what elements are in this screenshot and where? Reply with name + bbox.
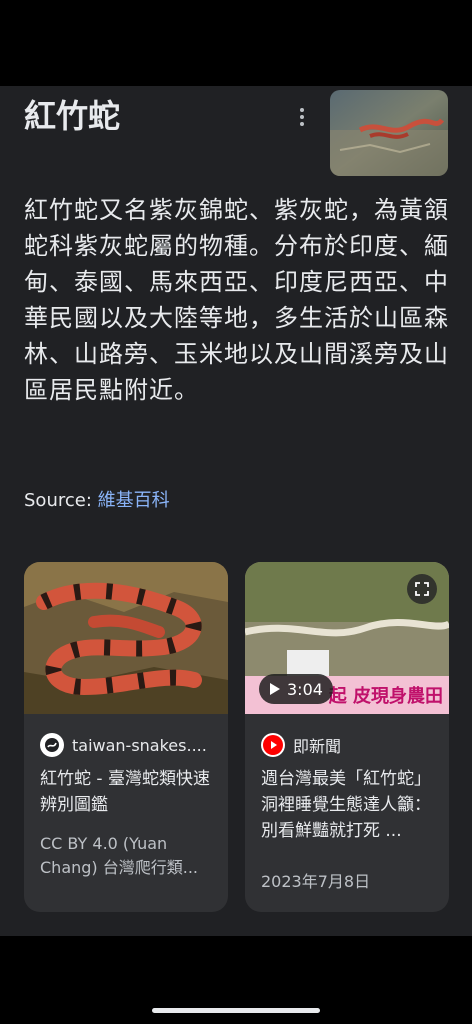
source-link[interactable]: 維基百科 (98, 490, 170, 511)
video-play-badge[interactable]: 3:04 (259, 674, 333, 704)
header-thumbnail-image[interactable] (330, 90, 448, 176)
source-line: Source: 維基百科 (24, 488, 170, 514)
result-card-1[interactable]: taiwan-snakes.... 紅竹蛇 - 臺灣蛇類快速辨別圖鑑 CC BY… (24, 562, 228, 912)
globe-icon (40, 733, 64, 757)
card-image-snake[interactable] (24, 562, 228, 714)
description-text: 紅竹蛇又名紫灰錦蛇、紫灰蛇，為黃頷蛇科紫灰蛇屬的物種。分布於印度、緬甸、泰國、馬… (24, 196, 449, 404)
card-site-name: taiwan-snakes.... (72, 735, 207, 755)
card-source-row: taiwan-snakes.... (40, 732, 220, 758)
page-title: 紅竹蛇 (24, 97, 121, 135)
knowledge-panel: 紅竹蛇 紅竹蛇又名紫灰錦蛇、紫灰蛇，為黃頷蛇科紫灰蛇屬的物種。分布於印度、緬甸、… (0, 86, 472, 936)
play-icon (270, 683, 280, 695)
card-site-name: 即新聞 (293, 737, 342, 756)
home-indicator[interactable] (152, 1008, 320, 1013)
more-options-icon[interactable] (290, 104, 314, 130)
source-label: Source: (24, 490, 92, 511)
expand-icon[interactable] (407, 574, 437, 604)
video-duration: 3:04 (287, 679, 323, 699)
card-date: 2023年7月8日 (261, 872, 371, 891)
card-title[interactable]: 週台灣最美「紅竹蛇」洞裡睡覺生態達人籲：別看鮮豔就打死 ... (261, 766, 437, 844)
card-video-thumbnail[interactable]: 起 皮現身農田 3:04 (245, 562, 449, 714)
screen: 紅竹蛇 紅竹蛇又名紫灰錦蛇、紫灰蛇，為黃頷蛇科紫灰蛇屬的物種。分布於印度、緬甸、… (0, 0, 472, 1024)
card-title[interactable]: 紅竹蛇 - 臺灣蛇類快速辨別圖鑑 (40, 766, 216, 818)
card-meta: CC BY 4.0 (Yuan Chang) 台灣爬行類... (40, 834, 199, 877)
youtube-icon (261, 733, 285, 757)
card-source-row: 即新聞 (261, 732, 441, 758)
result-card-2[interactable]: 起 皮現身農田 3:04 即新聞 週台灣最美「紅竹蛇」洞裡睡覺生態達人籲：別看鮮… (245, 562, 449, 912)
